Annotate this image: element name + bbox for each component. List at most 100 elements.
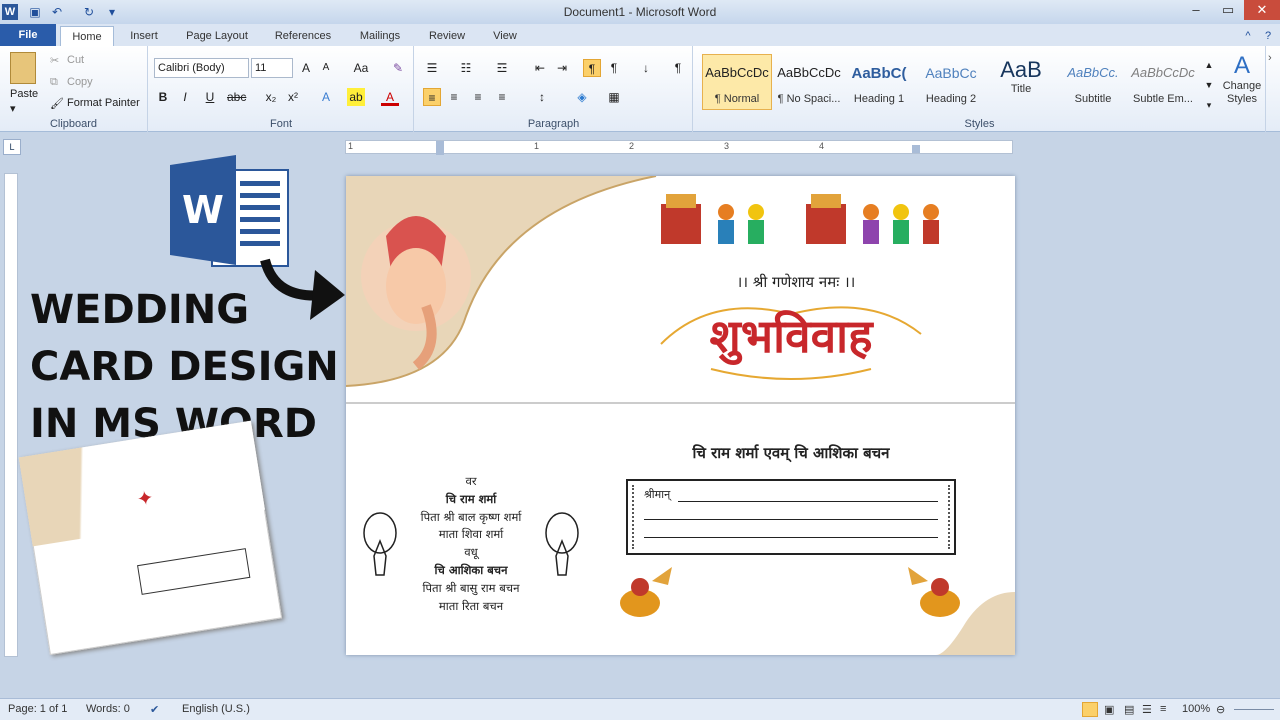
address-line: [644, 519, 938, 520]
language-indicator[interactable]: English (U.S.): [182, 703, 250, 715]
promo-heading: WEDDING CARD DESIGN IN MS WORD: [30, 282, 339, 453]
full-screen-reading-icon[interactable]: ▣: [1104, 703, 1114, 716]
zoom-level[interactable]: 100%: [1182, 703, 1210, 715]
format-painter-button[interactable]: Format Painter: [67, 97, 140, 109]
font-size-select[interactable]: 11: [251, 58, 293, 78]
zoom-out-icon[interactable]: ⊖: [1216, 703, 1225, 716]
decrease-indent-icon[interactable]: ⇤: [531, 59, 549, 77]
minimize-ribbon-icon[interactable]: ^: [1238, 26, 1258, 46]
style-name: Heading 1: [853, 93, 905, 105]
indent-marker[interactable]: [436, 141, 444, 155]
grow-font-icon[interactable]: A: [297, 59, 315, 77]
font-color-icon[interactable]: A: [381, 88, 399, 106]
style-normal[interactable]: AaBbCcDc ¶ Normal: [702, 54, 772, 110]
text-effects-icon[interactable]: A: [317, 88, 335, 106]
couple-heading: चि राम शर्मा एवम् चि आशिका बचन: [692, 444, 890, 462]
tab-mailings[interactable]: Mailings: [350, 26, 410, 46]
style-heading-1[interactable]: AaBbC(Heading 1: [844, 54, 914, 110]
tab-home[interactable]: Home: [60, 26, 114, 46]
change-case-icon[interactable]: Aa: [349, 59, 373, 77]
styles-more-icon[interactable]: ▾: [1200, 96, 1218, 114]
document-page[interactable]: ।। श्री गणेशाय नमः ।। शुभविवाह चि राम शर…: [346, 176, 1015, 655]
copy-button[interactable]: Copy: [67, 76, 93, 88]
print-layout-icon[interactable]: [1082, 702, 1098, 717]
style-no-spacing[interactable]: AaBbCcDc ¶ No Spaci...: [774, 54, 844, 110]
draft-icon[interactable]: ≡: [1160, 703, 1166, 715]
style-name: Subtitle: [1074, 93, 1112, 105]
tab-insert[interactable]: Insert: [120, 26, 168, 46]
vertical-ruler[interactable]: [4, 173, 18, 657]
horizontal-ruler[interactable]: 1 1 2 3 4: [345, 140, 1013, 155]
ruler-number: 4: [819, 141, 825, 151]
italic-icon[interactable]: I: [176, 88, 194, 106]
title-bar: W ▣ ↶ ↻ ▾ Document1 - Microsoft Word – ▭…: [0, 0, 1280, 24]
align-center-icon[interactable]: ≡: [445, 88, 463, 106]
page-count[interactable]: Page: 1 of 1: [8, 703, 67, 715]
paste-icon[interactable]: [10, 52, 36, 84]
font-label: Font: [269, 118, 292, 130]
change-styles-button[interactable]: A Change Styles: [1222, 52, 1262, 106]
align-right-icon[interactable]: ≡: [469, 88, 487, 106]
borders-icon[interactable]: ▦: [605, 88, 623, 106]
strikethrough-icon[interactable]: abc: [227, 88, 246, 106]
rtl-icon[interactable]: ¶: [605, 59, 623, 77]
style-title[interactable]: AaB Title: [986, 54, 1056, 110]
bold-icon[interactable]: B: [154, 88, 172, 106]
font-group: Calibri (Body) 11 A A Aa ✎ B I U abc x₂ …: [149, 46, 414, 132]
styles-scroll-down-icon[interactable]: ▼: [1200, 76, 1218, 94]
highlight-icon[interactable]: ab: [347, 88, 365, 106]
tab-view[interactable]: View: [484, 26, 526, 46]
cut-icon[interactable]: ✂: [50, 54, 59, 67]
tab-page-layout[interactable]: Page Layout: [178, 26, 256, 46]
editing-scroll-icon[interactable]: ›: [1268, 52, 1272, 64]
promo-line: CARD DESIGN: [30, 344, 339, 390]
right-indent-marker[interactable]: [912, 145, 920, 153]
style-subtitle[interactable]: AaBbCc. Subtitle: [1058, 54, 1128, 110]
font-name-select[interactable]: Calibri (Body): [154, 58, 249, 78]
clear-formatting-icon[interactable]: ✎: [389, 59, 407, 77]
style-name: Heading 2: [925, 93, 977, 105]
show-formatting-icon[interactable]: ¶: [669, 59, 687, 77]
paste-button[interactable]: Paste: [10, 88, 38, 100]
style-subtle-emphasis[interactable]: AaBbCcDc Subtle Em...: [1128, 54, 1198, 110]
multilevel-list-icon[interactable]: ☲: [493, 59, 511, 77]
tab-file[interactable]: File: [0, 24, 56, 46]
ltr-icon[interactable]: ¶: [583, 59, 601, 77]
bullets-icon[interactable]: ☰: [423, 59, 441, 77]
word-count[interactable]: Words: 0: [86, 703, 130, 715]
thumb-headline-icon: ✦: [134, 485, 156, 512]
ruler-number: 1: [534, 141, 540, 151]
shrink-font-icon[interactable]: A: [317, 59, 335, 77]
cut-button[interactable]: Cut: [67, 54, 84, 66]
increase-indent-icon[interactable]: ⇥: [553, 59, 571, 77]
tab-selector-icon[interactable]: L: [3, 139, 21, 155]
zoom-slider[interactable]: [1234, 709, 1274, 710]
maximize-icon[interactable]: ▭: [1212, 0, 1244, 20]
address-box[interactable]: श्रीमान्: [626, 479, 956, 555]
close-icon[interactable]: ✕: [1244, 0, 1280, 20]
line-spacing-icon[interactable]: ↕: [533, 88, 551, 106]
shading-icon[interactable]: ◈: [573, 88, 591, 106]
web-layout-icon[interactable]: ▤: [1124, 703, 1134, 716]
paste-dropdown-icon[interactable]: ▾: [10, 102, 16, 115]
paragraph-label: Paragraph: [527, 118, 580, 130]
underline-icon[interactable]: U: [201, 88, 219, 106]
help-icon[interactable]: ?: [1258, 26, 1278, 46]
subscript-icon[interactable]: x₂: [262, 88, 280, 106]
styles-scroll-up-icon[interactable]: ▲: [1200, 56, 1218, 74]
format-painter-icon[interactable]: 🖌: [50, 97, 64, 110]
paragraph-group: ☰ ☷ ☲ ⇤ ⇥ ¶ ¶ ↓ ¶ ≡ ≡ ≡ ≡ ↕ ◈ ▦ Paragrap…: [415, 46, 693, 132]
superscript-icon[interactable]: x²: [284, 88, 302, 106]
outline-icon[interactable]: ☰: [1142, 703, 1152, 716]
align-left-icon[interactable]: ≡: [423, 88, 441, 106]
minimize-icon[interactable]: –: [1180, 0, 1212, 20]
numbering-icon[interactable]: ☷: [457, 59, 475, 77]
status-bar: Page: 1 of 1 Words: 0 ✔ English (U.S.) ▣…: [0, 698, 1280, 720]
copy-icon[interactable]: ⧉: [50, 76, 58, 89]
proofing-icon[interactable]: ✔: [150, 703, 159, 716]
justify-icon[interactable]: ≡: [493, 88, 511, 106]
style-heading-2[interactable]: AaBbCc Heading 2: [916, 54, 986, 110]
tab-references[interactable]: References: [266, 26, 340, 46]
sort-icon[interactable]: ↓: [637, 59, 655, 77]
tab-review[interactable]: Review: [420, 26, 474, 46]
